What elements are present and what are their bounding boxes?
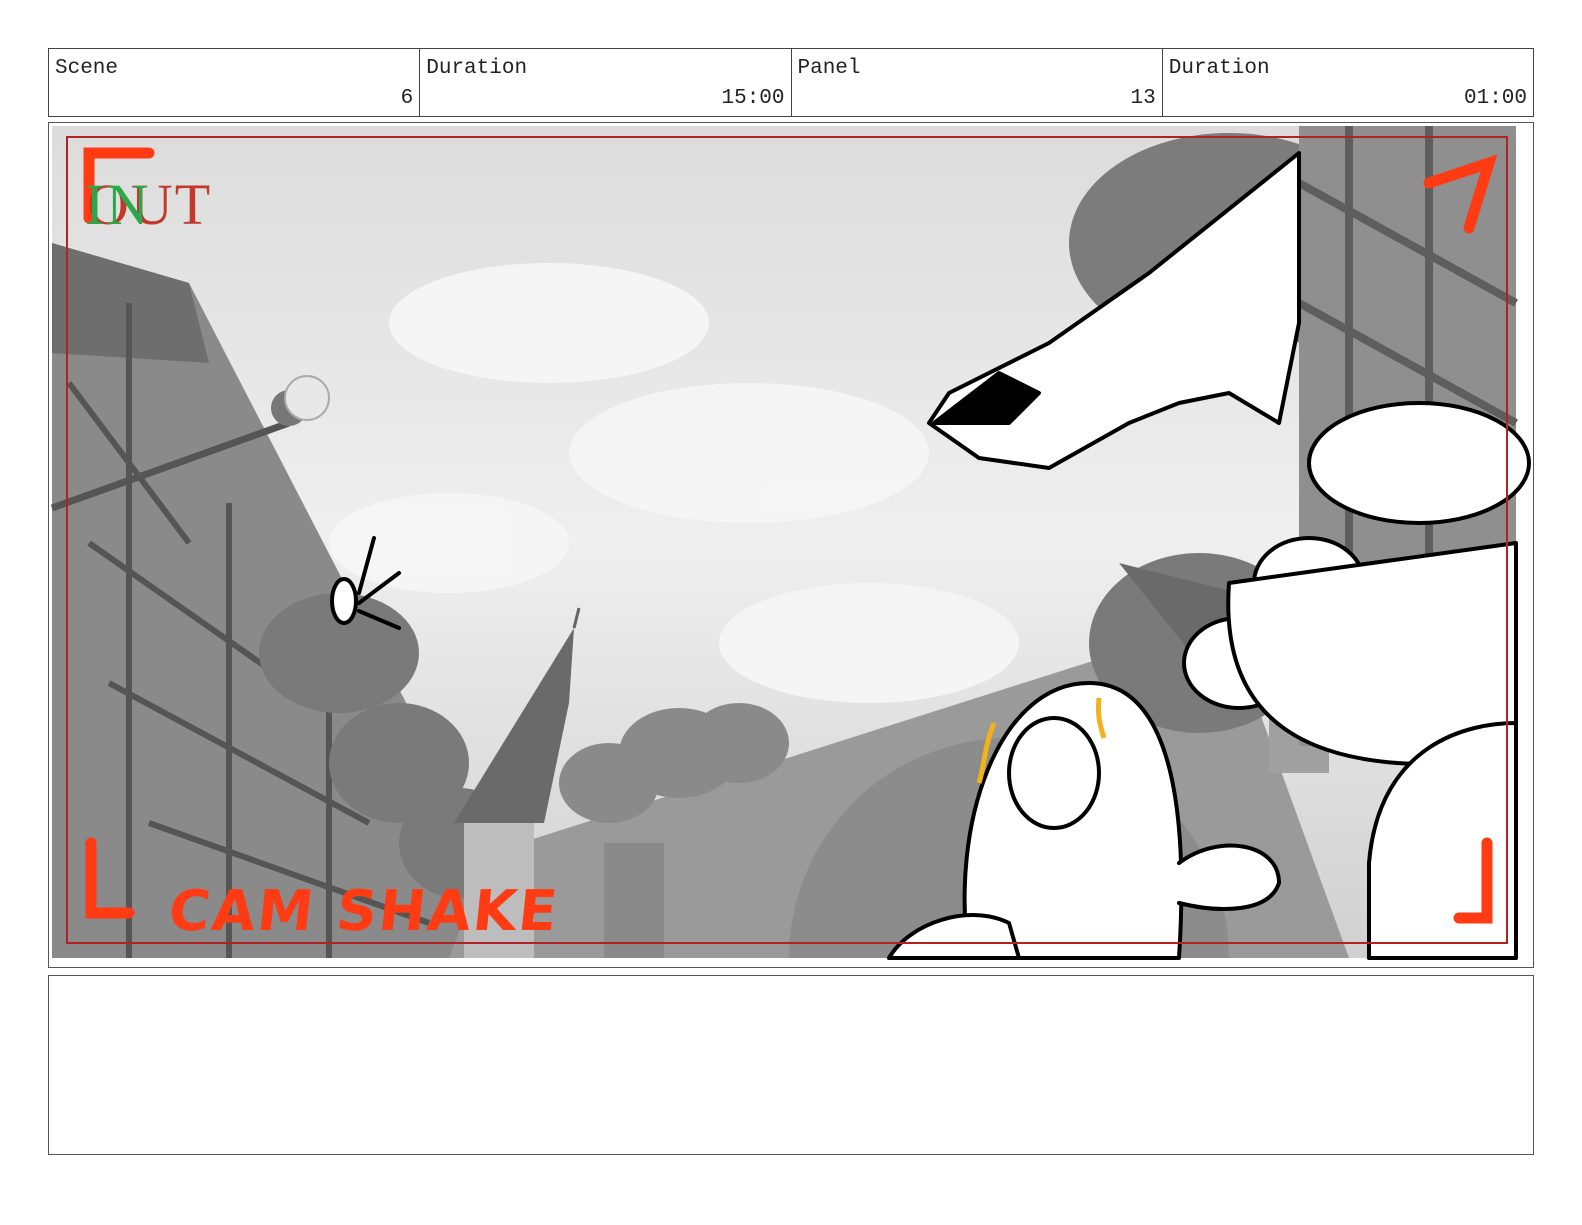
scene-value: 6 — [400, 87, 414, 110]
scene-duration-label: Duration — [426, 57, 528, 80]
scene-duration-value: 15:00 — [721, 87, 785, 110]
storyboard-drawing — [50, 126, 1531, 960]
panel-cell: Panel 13 — [792, 49, 1163, 116]
panel-info-header: Scene 6 Duration 15:00 Panel 13 Duration… — [48, 48, 1534, 117]
cam-shake-annotation: CAM SHAKE — [165, 879, 563, 944]
panel-value: 13 — [1130, 87, 1156, 110]
panel-duration-value: 01:00 — [1463, 87, 1527, 110]
panel-duration-cell: Duration 01:00 — [1163, 49, 1533, 116]
scene-cell: Scene 6 — [49, 49, 421, 116]
scene-duration-cell: Duration 15:00 — [420, 49, 792, 116]
panel-label: Panel — [797, 57, 861, 80]
panel-notes-box[interactable] — [48, 975, 1534, 1155]
banner-left — [604, 843, 664, 958]
panel-duration-label: Duration — [1168, 57, 1270, 80]
storyboard-panel-image: OUT IN CAM SHAKE — [48, 122, 1534, 968]
in-label: IN — [85, 172, 151, 237]
scene-label: Scene — [55, 57, 119, 80]
